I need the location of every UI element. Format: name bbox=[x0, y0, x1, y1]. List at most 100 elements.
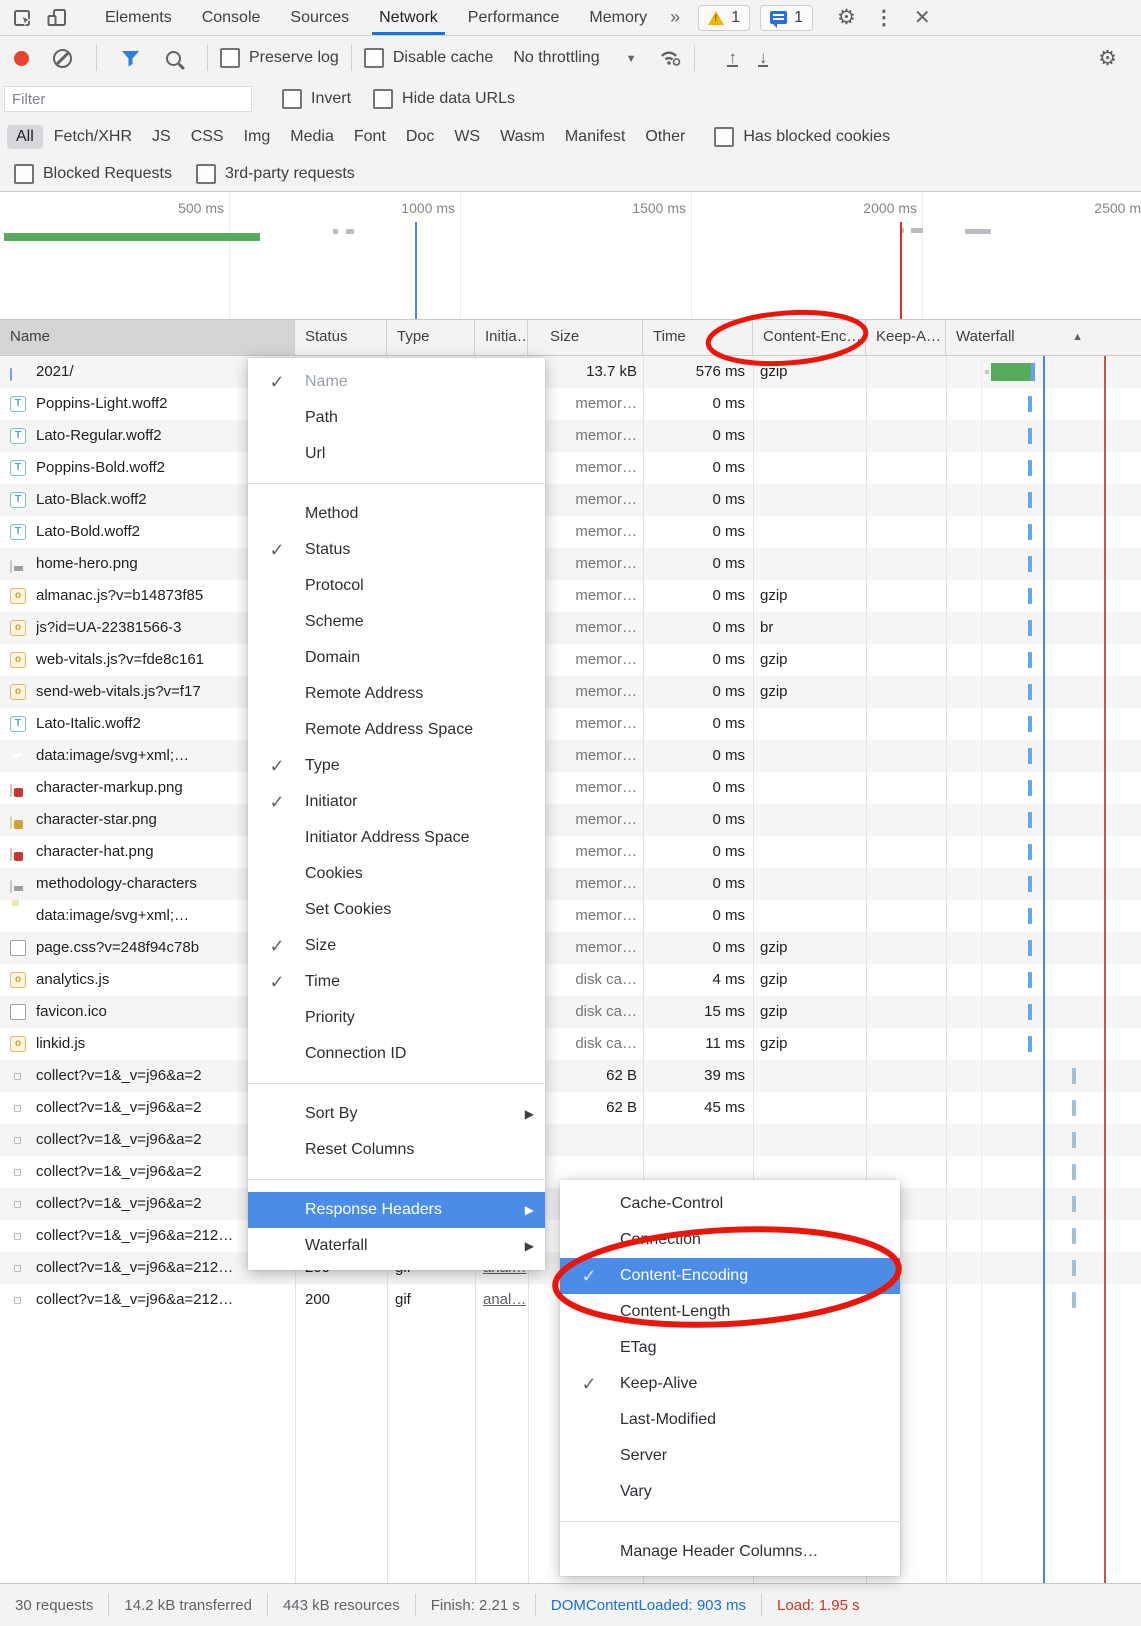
inspect-element-icon[interactable] bbox=[12, 7, 34, 29]
table-row[interactable]: js?id=UA-22381566-3memor…0 msbr bbox=[0, 612, 1141, 644]
device-toolbar-icon[interactable] bbox=[46, 7, 68, 29]
import-har-icon[interactable]: ↑ bbox=[727, 50, 738, 67]
menu-item-url[interactable]: Url bbox=[248, 436, 545, 472]
column-header-type[interactable]: Type bbox=[387, 320, 475, 355]
table-row[interactable]: collect?v=1&_v=j96&a=262 B45 ms bbox=[0, 1092, 1141, 1124]
filter-chip-all[interactable]: All bbox=[7, 125, 43, 149]
menu-item-priority[interactable]: Priority bbox=[248, 1000, 545, 1036]
menu-item-response-headers[interactable]: Response Headers▶ bbox=[248, 1192, 545, 1228]
throttling-dropdown[interactable]: No throttling▼ bbox=[513, 49, 636, 67]
submenu-item-content-encoding[interactable]: ✓Content-Encoding bbox=[560, 1258, 900, 1294]
filter-input[interactable] bbox=[4, 86, 252, 112]
filter-chip-js[interactable]: JS bbox=[143, 125, 180, 149]
tab-elements[interactable]: Elements bbox=[90, 1, 187, 35]
table-row[interactable]: character-markup.pngmemor…0 ms bbox=[0, 772, 1141, 804]
preserve-log-checkbox[interactable]: Preserve log bbox=[220, 48, 339, 68]
table-row[interactable]: Poppins-Bold.woff2memor…0 ms bbox=[0, 452, 1141, 484]
table-row[interactable]: page.css?v=248f94c78bmemor…0 msgzip bbox=[0, 932, 1141, 964]
third-party-requests-checkbox[interactable]: 3rd-party requests bbox=[196, 164, 355, 184]
filter-chip-img[interactable]: Img bbox=[235, 125, 280, 149]
column-header-waterfall[interactable]: Waterfall▲ bbox=[946, 320, 1141, 355]
search-icon[interactable] bbox=[166, 51, 181, 66]
submenu-item-cache-control[interactable]: Cache-Control bbox=[560, 1186, 900, 1222]
table-row[interactable]: Poppins-Light.woff2memor…0 ms bbox=[0, 388, 1141, 420]
close-devtools-icon[interactable]: ✕ bbox=[902, 5, 943, 30]
filter-chip-other[interactable]: Other bbox=[636, 125, 694, 149]
table-row[interactable]: almanac.js?v=b14873f85memor…0 msgzip bbox=[0, 580, 1141, 612]
cell-initiator-link[interactable]: anal… bbox=[483, 1284, 527, 1316]
submenu-item-last-modified[interactable]: Last-Modified bbox=[560, 1402, 900, 1438]
table-row[interactable]: analytics.jsdisk ca…4 msgzip bbox=[0, 964, 1141, 996]
column-header-name[interactable]: Name bbox=[0, 320, 295, 355]
column-header-time[interactable]: Time bbox=[643, 320, 753, 355]
network-settings-gear-icon[interactable]: ⚙ bbox=[1088, 46, 1127, 71]
menu-item-size[interactable]: ✓Size bbox=[248, 928, 545, 964]
filter-chip-ws[interactable]: WS bbox=[445, 125, 489, 149]
table-row[interactable]: character-hat.pngmemor…0 ms bbox=[0, 836, 1141, 868]
network-conditions-icon[interactable] bbox=[658, 47, 682, 69]
table-row[interactable]: send-web-vitals.js?v=f17memor…0 msgzip bbox=[0, 676, 1141, 708]
menu-item-connection-id[interactable]: Connection ID bbox=[248, 1036, 545, 1072]
filter-chip-media[interactable]: Media bbox=[281, 125, 343, 149]
table-row[interactable]: home-hero.pngmemor…0 ms bbox=[0, 548, 1141, 580]
submenu-item-server[interactable]: Server bbox=[560, 1438, 900, 1474]
table-row[interactable]: 2021/13.7 kB576 msgzip bbox=[0, 356, 1141, 388]
menu-item-type[interactable]: ✓Type bbox=[248, 748, 545, 784]
invert-checkbox[interactable]: Invert bbox=[282, 89, 351, 109]
menu-item-protocol[interactable]: Protocol bbox=[248, 568, 545, 604]
submenu-item-manage-header-columns[interactable]: Manage Header Columns… bbox=[560, 1534, 900, 1570]
filter-icon[interactable] bbox=[121, 50, 140, 67]
submenu-item-etag[interactable]: ETag bbox=[560, 1330, 900, 1366]
tab-sources[interactable]: Sources bbox=[275, 1, 364, 35]
clear-icon[interactable] bbox=[53, 49, 72, 68]
more-options-icon[interactable]: ⋮ bbox=[866, 5, 902, 30]
table-row[interactable]: Lato-Black.woff2memor…0 ms bbox=[0, 484, 1141, 516]
menu-item-method[interactable]: Method bbox=[248, 496, 545, 532]
network-overview-timeline[interactable]: 500 ms1000 ms1500 ms2000 ms2500 ms bbox=[0, 192, 1141, 320]
column-header-status[interactable]: Status bbox=[295, 320, 387, 355]
filter-chip-fetch-xhr[interactable]: Fetch/XHR bbox=[45, 125, 141, 149]
filter-chip-font[interactable]: Font bbox=[345, 125, 395, 149]
issues-badge[interactable]: 1 bbox=[760, 5, 813, 31]
has-blocked-cookies-checkbox[interactable]: Has blocked cookies bbox=[714, 127, 890, 147]
menu-item-initiator-address-space[interactable]: Initiator Address Space bbox=[248, 820, 545, 856]
submenu-item-keep-alive[interactable]: ✓Keep-Alive bbox=[560, 1366, 900, 1402]
table-row[interactable]: collect?v=1&_v=j96&a=2 bbox=[0, 1124, 1141, 1156]
filter-chip-manifest[interactable]: Manifest bbox=[556, 125, 634, 149]
table-row[interactable]: data:image/svg+xml;…memor…0 ms bbox=[0, 740, 1141, 772]
table-row[interactable]: data:image/svg+xml;…memor…0 ms bbox=[0, 900, 1141, 932]
table-row[interactable]: linkid.jsdisk ca…11 msgzip bbox=[0, 1028, 1141, 1060]
table-row[interactable]: Lato-Italic.woff2memor…0 ms bbox=[0, 708, 1141, 740]
table-row[interactable]: Lato-Bold.woff2memor…0 ms bbox=[0, 516, 1141, 548]
menu-item-path[interactable]: Path bbox=[248, 400, 545, 436]
table-row[interactable]: character-star.pngmemor…0 ms bbox=[0, 804, 1141, 836]
table-row[interactable]: favicon.icodisk ca…15 msgzip bbox=[0, 996, 1141, 1028]
menu-item-reset-columns[interactable]: Reset Columns bbox=[248, 1132, 545, 1168]
table-row[interactable]: methodology-charactersmemor…0 ms bbox=[0, 868, 1141, 900]
tab-memory[interactable]: Memory bbox=[574, 1, 662, 35]
blocked-requests-checkbox[interactable]: Blocked Requests bbox=[14, 164, 172, 184]
table-row[interactable]: Lato-Regular.woff2memor…0 ms bbox=[0, 420, 1141, 452]
submenu-item-content-length[interactable]: Content-Length bbox=[560, 1294, 900, 1330]
menu-item-waterfall[interactable]: Waterfall▶ bbox=[248, 1228, 545, 1264]
sort-arrow-icon[interactable]: ▲ bbox=[1072, 320, 1083, 354]
menu-item-set-cookies[interactable]: Set Cookies bbox=[248, 892, 545, 928]
filter-chip-wasm[interactable]: Wasm bbox=[491, 125, 554, 149]
warnings-badge[interactable]: 1 bbox=[698, 5, 750, 31]
column-header-content-enc[interactable]: Content-Enc… bbox=[753, 320, 866, 355]
menu-item-domain[interactable]: Domain bbox=[248, 640, 545, 676]
export-har-icon[interactable]: ↓ bbox=[758, 50, 769, 67]
settings-gear-icon[interactable]: ⚙ bbox=[827, 5, 866, 30]
more-tabs-chevron-icon[interactable]: » bbox=[662, 7, 688, 28]
submenu-item-connection[interactable]: Connection bbox=[560, 1222, 900, 1258]
submenu-item-vary[interactable]: Vary bbox=[560, 1474, 900, 1510]
column-header-keep-a[interactable]: Keep-A… bbox=[866, 320, 946, 355]
hide-data-urls-checkbox[interactable]: Hide data URLs bbox=[373, 89, 515, 109]
table-row[interactable]: collect?v=1&_v=j96&a=262 B39 ms bbox=[0, 1060, 1141, 1092]
tab-performance[interactable]: Performance bbox=[453, 1, 575, 35]
tab-network[interactable]: Network bbox=[364, 1, 453, 35]
menu-item-status[interactable]: ✓Status bbox=[248, 532, 545, 568]
menu-item-remote-address-space[interactable]: Remote Address Space bbox=[248, 712, 545, 748]
filter-chip-doc[interactable]: Doc bbox=[397, 125, 443, 149]
menu-item-sort-by[interactable]: Sort By▶ bbox=[248, 1096, 545, 1132]
